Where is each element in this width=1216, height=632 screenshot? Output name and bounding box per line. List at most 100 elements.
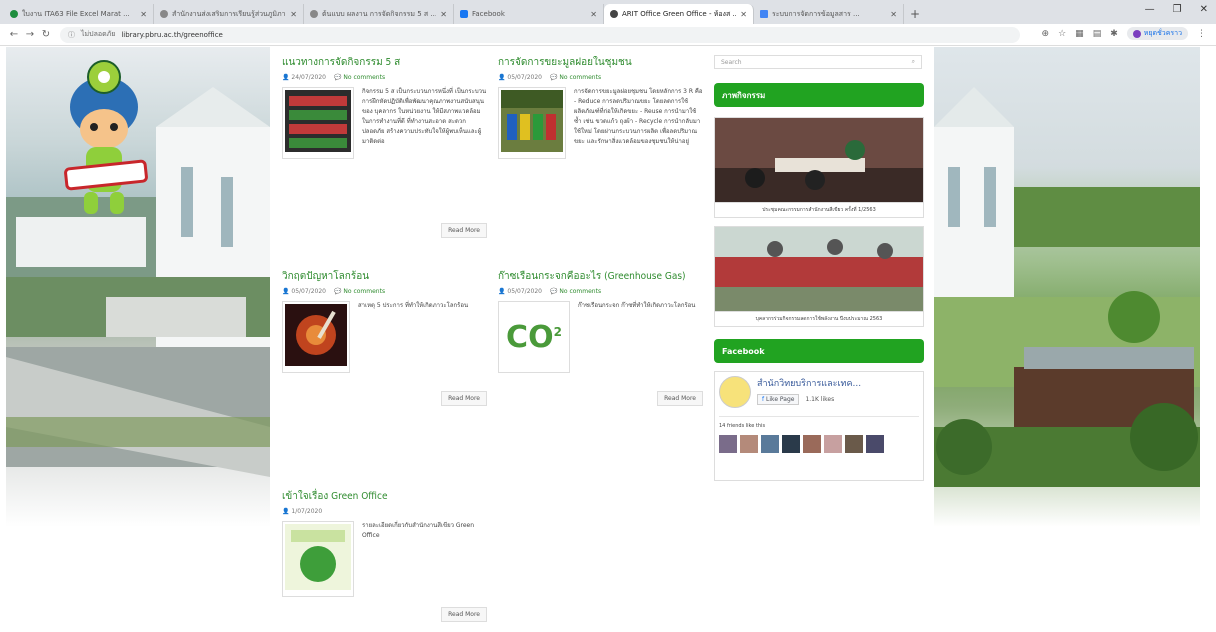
maximize-icon[interactable]: ❐ xyxy=(1173,4,1182,15)
tab-data-system[interactable]: ระบบการจัดการข้อมูลสาร ... ✕ xyxy=(754,4,904,24)
post-meta: 👤 24/07/2020 💬 No comments xyxy=(282,74,487,81)
post-title[interactable]: การจัดการขยะมูลฝอยในชุมชน xyxy=(498,55,703,70)
group-photo xyxy=(715,227,923,311)
post-excerpt: ก๊าซเรือนกระจก ก๊าซที่ทำให้เกิดภาวะโลกร้… xyxy=(578,302,696,309)
tab-5s[interactable]: ต้นแบบ ผลงาน การจัดกิจกรรม 5 ส ... ✕ xyxy=(304,4,454,24)
read-more-button[interactable]: Read More xyxy=(441,391,487,406)
post-date: 👤 05/07/2020 xyxy=(282,288,326,295)
zoom-icon[interactable]: ⊕ xyxy=(1042,29,1050,39)
post-title[interactable]: เข้าใจเรื่อง Green Office xyxy=(282,489,487,504)
window-controls: — ❐ ✕ xyxy=(1145,4,1208,15)
toolbar-icons: ⊕ ☆ ▦ ▤ ✱ หยุดชั่วคราว ⋮ xyxy=(1042,27,1206,40)
url-input[interactable]: ⓘ ไม่ปลอดภัย library.pbru.ac.th/greenoff… xyxy=(60,26,1020,43)
facebook-widget-title: Facebook xyxy=(714,339,924,363)
close-icon[interactable]: ✕ xyxy=(290,10,297,19)
sheet-icon xyxy=(10,10,18,18)
avatar[interactable] xyxy=(866,435,884,453)
read-more-button[interactable]: Read More xyxy=(441,223,487,238)
comments-link[interactable]: 💬 No comments xyxy=(550,74,601,81)
profile-button[interactable]: หยุดชั่วคราว xyxy=(1126,27,1188,40)
gallery-image[interactable] xyxy=(714,226,924,312)
post-date: 👤 1/07/2020 xyxy=(282,508,323,515)
gallery-image[interactable] xyxy=(714,117,924,203)
avatar[interactable] xyxy=(824,435,842,453)
facebook-icon xyxy=(460,10,468,18)
post-thumbnail[interactable] xyxy=(498,87,566,159)
tab-facebook[interactable]: Facebook ✕ xyxy=(454,4,604,24)
globe-icon xyxy=(310,10,318,18)
web-page: แนวทางการจัดกิจกรรม 5 ส 👤 24/07/2020 💬 No… xyxy=(0,47,1216,632)
address-bar: ← → ↻ ⓘ ไม่ปลอดภัย library.pbru.ac.th/gr… xyxy=(0,24,1216,46)
post-thumbnail[interactable]: CO2 xyxy=(498,301,570,373)
tab-office[interactable]: สำนักงานส่งเสริมการเรียนรู้ส่วนภูมิภาค .… xyxy=(154,4,304,24)
fb-friend-avatars xyxy=(719,435,919,453)
fb-page-avatar[interactable] xyxy=(719,376,751,408)
info-icon[interactable]: ⓘ xyxy=(68,30,75,40)
post-excerpt: รายละเอียดเกี่ยวกับสำนักงานสีเขียว Green… xyxy=(362,522,475,539)
media-icon[interactable]: ▤ xyxy=(1093,29,1102,39)
fb-friends-like: 14 friends like this xyxy=(719,423,766,429)
campus-illustration-left xyxy=(6,60,270,477)
like-page-button[interactable]: f Like Page xyxy=(757,394,800,405)
avatar[interactable] xyxy=(761,435,779,453)
post-excerpt: การจัดการขยะมูลฝอยชุมชน โดยหลักการ 3 R ค… xyxy=(574,88,703,145)
post-date: 👤 24/07/2020 xyxy=(282,74,326,81)
search-input[interactable]: Search ⌕ xyxy=(714,55,922,69)
fb-page-name[interactable]: สำนักวิทยบริการและเทค... xyxy=(757,376,861,390)
read-more-button[interactable]: Read More xyxy=(441,607,487,622)
tab-green-office[interactable]: ARIT Office Green Office - ห้องส ... ✕ xyxy=(604,4,754,24)
close-icon[interactable]: ✕ xyxy=(140,10,147,19)
comments-link[interactable]: 💬 No comments xyxy=(550,288,601,295)
post-card: เข้าใจเรื่อง Green Office 👤 1/07/2020 รา… xyxy=(282,489,487,629)
close-icon[interactable]: ✕ xyxy=(440,10,447,19)
facebook-page-plugin: สำนักวิทยบริการและเทค... f Like Page 1.1… xyxy=(714,371,924,481)
star-icon[interactable]: ☆ xyxy=(1058,29,1066,39)
avatar[interactable] xyxy=(782,435,800,453)
avatar[interactable] xyxy=(845,435,863,453)
avatar[interactable] xyxy=(740,435,758,453)
tab-ita63[interactable]: ใบงาน ITA63 File Excel Marat ... ✕ xyxy=(4,4,154,24)
search-icon[interactable]: ⌕ xyxy=(912,58,915,66)
post-title[interactable]: แนวทางการจัดกิจกรรม 5 ส xyxy=(282,55,487,70)
meeting-photo xyxy=(715,118,923,202)
recycle-bins-image xyxy=(501,90,563,152)
close-icon[interactable]: ✕ xyxy=(740,10,747,19)
browser-tab-bar: ใบงาน ITA63 File Excel Marat ... ✕ สำนักง… xyxy=(0,0,1216,24)
post-card: วิกฤตปัญหาโลกร้อน 👤 05/07/2020 💬 No comme… xyxy=(282,269,487,409)
minimize-icon[interactable]: — xyxy=(1145,4,1155,15)
activities-widget-title: ภาพกิจกรรม xyxy=(714,83,924,107)
menu-icon[interactable]: ⋮ xyxy=(1197,29,1206,39)
avatar[interactable] xyxy=(719,435,737,453)
globe-icon xyxy=(160,10,168,18)
co2-graphic: CO2 xyxy=(506,319,562,355)
post-thumbnail[interactable] xyxy=(282,521,354,597)
close-icon[interactable]: ✕ xyxy=(590,10,597,19)
gallery-caption: ประชุมคณะกรรมการสำนักงานสีเขียว ครั้งที่… xyxy=(714,203,924,218)
new-tab-button[interactable]: + xyxy=(904,4,926,24)
post-title[interactable]: วิกฤตปัญหาโลกร้อน xyxy=(282,269,487,284)
forward-icon[interactable]: → xyxy=(22,29,38,40)
fb-likes-count: 1.1K likes xyxy=(805,396,835,403)
mascot-illustration xyxy=(64,60,148,214)
back-icon[interactable]: ← xyxy=(6,29,22,40)
read-more-button[interactable]: Read More xyxy=(657,391,703,406)
avatar[interactable] xyxy=(803,435,821,453)
post-thumbnail[interactable] xyxy=(282,87,354,159)
post-thumbnail[interactable] xyxy=(282,301,350,373)
campus-illustration-right xyxy=(934,87,1200,487)
facebook-icon: f xyxy=(762,396,765,403)
5s-image xyxy=(285,90,351,152)
comments-link[interactable]: 💬 No comments xyxy=(334,74,385,81)
globe-icon xyxy=(610,10,618,18)
post-title[interactable]: ก๊าซเรือนกระจกคืออะไร (Greenhouse Gas) xyxy=(498,269,703,284)
post-excerpt: สาเหตุ 5 ประการ ที่ทำให้เกิดภาวะโลกร้อน xyxy=(358,302,469,309)
background-image-right xyxy=(934,47,1200,527)
close-icon[interactable]: ✕ xyxy=(890,10,897,19)
close-window-icon[interactable]: ✕ xyxy=(1200,4,1208,15)
comments-link[interactable]: 💬 No comments xyxy=(334,288,385,295)
puzzle-icon[interactable]: ✱ xyxy=(1110,29,1118,39)
gallery-caption: บุคลากรร่วมกิจกรรมลดการใช้พลังงาน ปีงบปร… xyxy=(714,312,924,327)
post-card: แนวทางการจัดกิจกรรม 5 ส 👤 24/07/2020 💬 No… xyxy=(282,55,487,238)
extensions-icon[interactable]: ▦ xyxy=(1075,29,1084,39)
reload-icon[interactable]: ↻ xyxy=(38,29,54,40)
